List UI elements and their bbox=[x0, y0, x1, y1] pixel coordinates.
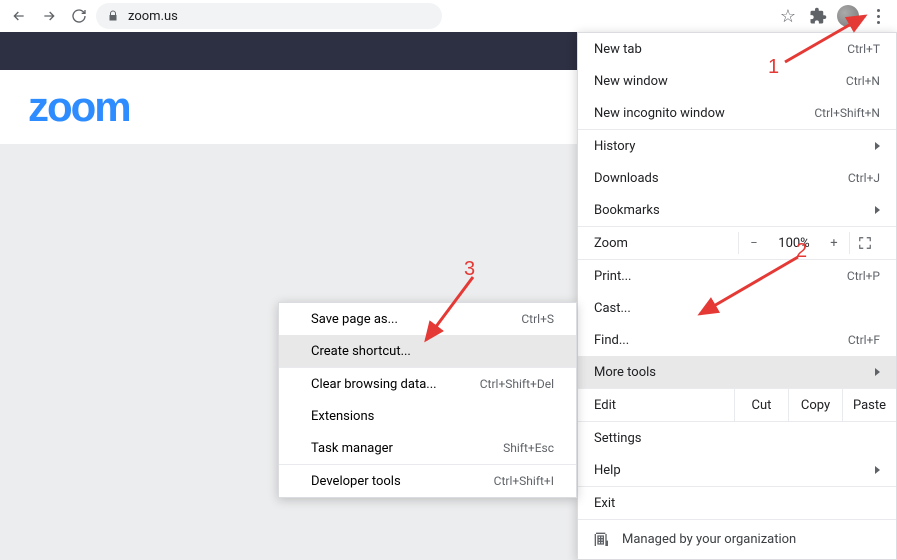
forward-button[interactable] bbox=[36, 3, 62, 29]
chevron-right-icon bbox=[875, 466, 880, 474]
chevron-right-icon bbox=[875, 142, 880, 150]
more-tools-submenu: Save page as... Ctrl+S Create shortcut..… bbox=[278, 302, 577, 498]
chevron-right-icon bbox=[875, 368, 880, 376]
menu-edit-row: Edit Cut Copy Paste bbox=[578, 388, 896, 422]
menu-help[interactable]: Help bbox=[578, 454, 896, 486]
menu-new-tab[interactable]: New tab Ctrl+T bbox=[578, 33, 896, 65]
address-bar[interactable]: zoom.us bbox=[96, 3, 442, 29]
submenu-clear-data[interactable]: Clear browsing data... Ctrl+Shift+Del bbox=[279, 368, 576, 400]
submenu-task-manager[interactable]: Task manager Shift+Esc bbox=[279, 432, 576, 464]
edit-paste-button[interactable]: Paste bbox=[842, 388, 896, 422]
menu-bookmarks[interactable]: Bookmarks bbox=[578, 194, 896, 226]
menu-downloads[interactable]: Downloads Ctrl+J bbox=[578, 162, 896, 194]
chrome-main-menu: New tab Ctrl+T New window Ctrl+N New inc… bbox=[577, 32, 897, 560]
menu-cast[interactable]: Cast... bbox=[578, 292, 896, 324]
annotation-2: 2 bbox=[796, 240, 807, 263]
menu-find[interactable]: Find... Ctrl+F bbox=[578, 324, 896, 356]
annotation-1: 1 bbox=[768, 56, 779, 79]
submenu-create-shortcut[interactable]: Create shortcut... bbox=[279, 335, 576, 367]
menu-print[interactable]: Print... Ctrl+P bbox=[578, 260, 896, 292]
extensions-puzzle-icon[interactable] bbox=[805, 3, 831, 29]
menu-zoom-row: Zoom − 100% + bbox=[578, 226, 896, 260]
building-icon bbox=[594, 532, 610, 548]
annotation-3: 3 bbox=[464, 258, 475, 281]
submenu-save-page[interactable]: Save page as... Ctrl+S bbox=[279, 303, 576, 335]
menu-settings[interactable]: Settings bbox=[578, 422, 896, 454]
browser-toolbar: zoom.us ☆ bbox=[0, 0, 897, 32]
chrome-menu-button[interactable] bbox=[865, 3, 891, 29]
profile-avatar[interactable] bbox=[835, 3, 861, 29]
bookmark-star-icon[interactable]: ☆ bbox=[775, 3, 801, 29]
reload-button[interactable] bbox=[66, 3, 92, 29]
zoom-out-button[interactable]: − bbox=[739, 236, 769, 251]
back-button[interactable] bbox=[6, 3, 32, 29]
url-text: zoom.us bbox=[128, 9, 178, 24]
menu-new-incognito[interactable]: New incognito window Ctrl+Shift+N bbox=[578, 97, 896, 129]
zoom-in-button[interactable]: + bbox=[819, 236, 849, 251]
fullscreen-icon[interactable] bbox=[850, 236, 880, 250]
menu-exit[interactable]: Exit bbox=[578, 487, 896, 519]
submenu-extensions[interactable]: Extensions bbox=[279, 400, 576, 432]
zoom-value: 100% bbox=[769, 236, 819, 251]
chevron-right-icon bbox=[875, 206, 880, 214]
menu-new-window[interactable]: New window Ctrl+N bbox=[578, 65, 896, 97]
zoom-logo: zoom bbox=[28, 83, 130, 131]
edit-copy-button[interactable]: Copy bbox=[788, 388, 842, 422]
menu-history[interactable]: History bbox=[578, 130, 896, 162]
edit-cut-button[interactable]: Cut bbox=[734, 388, 788, 422]
lock-icon bbox=[106, 9, 120, 23]
managed-row[interactable]: Managed by your organization bbox=[578, 519, 896, 559]
menu-more-tools[interactable]: More tools bbox=[578, 356, 896, 388]
submenu-dev-tools[interactable]: Developer tools Ctrl+Shift+I bbox=[279, 465, 576, 497]
